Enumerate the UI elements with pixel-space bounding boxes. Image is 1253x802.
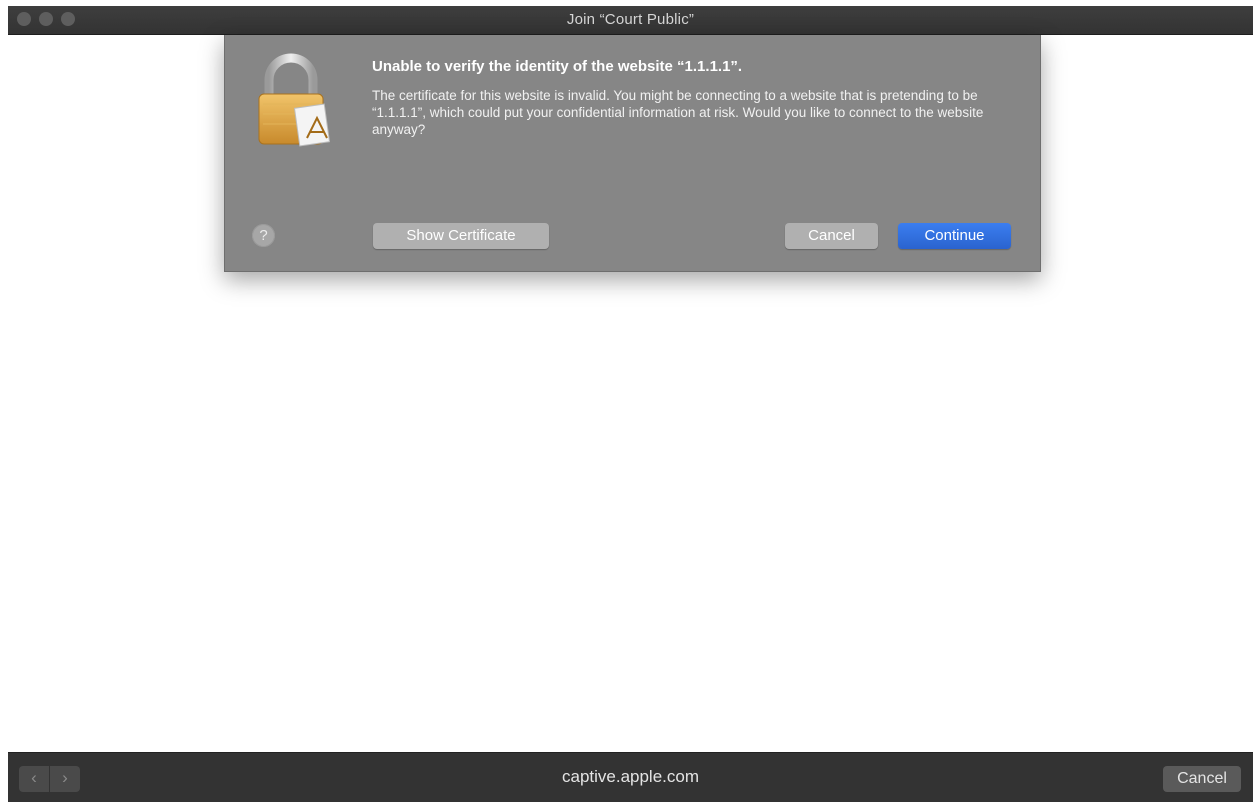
web-content-area: Unable to verify the identity of the web… [8, 35, 1253, 751]
show-certificate-button[interactable]: Show Certificate [373, 223, 549, 249]
cancel-button[interactable]: Cancel [785, 223, 878, 249]
captive-portal-window: Join “Court Public” Unable to verify the… [8, 6, 1253, 802]
bottom-toolbar: ‹ › captive.apple.com Cancel [8, 752, 1253, 802]
title-bar: Join “Court Public” [8, 6, 1253, 35]
toolbar-cancel-button[interactable]: Cancel [1163, 766, 1241, 792]
alert-title: Unable to verify the identity of the web… [372, 58, 743, 75]
certificate-alert-sheet: Unable to verify the identity of the web… [224, 35, 1041, 272]
lock-certificate-icon [258, 53, 331, 147]
continue-button[interactable]: Continue [898, 223, 1011, 249]
alert-message: The certificate for this website is inva… [372, 88, 984, 137]
url-label: captive.apple.com [561, 767, 700, 786]
help-button[interactable]: ? [252, 224, 275, 247]
window-title: Join “Court Public” [566, 11, 695, 28]
